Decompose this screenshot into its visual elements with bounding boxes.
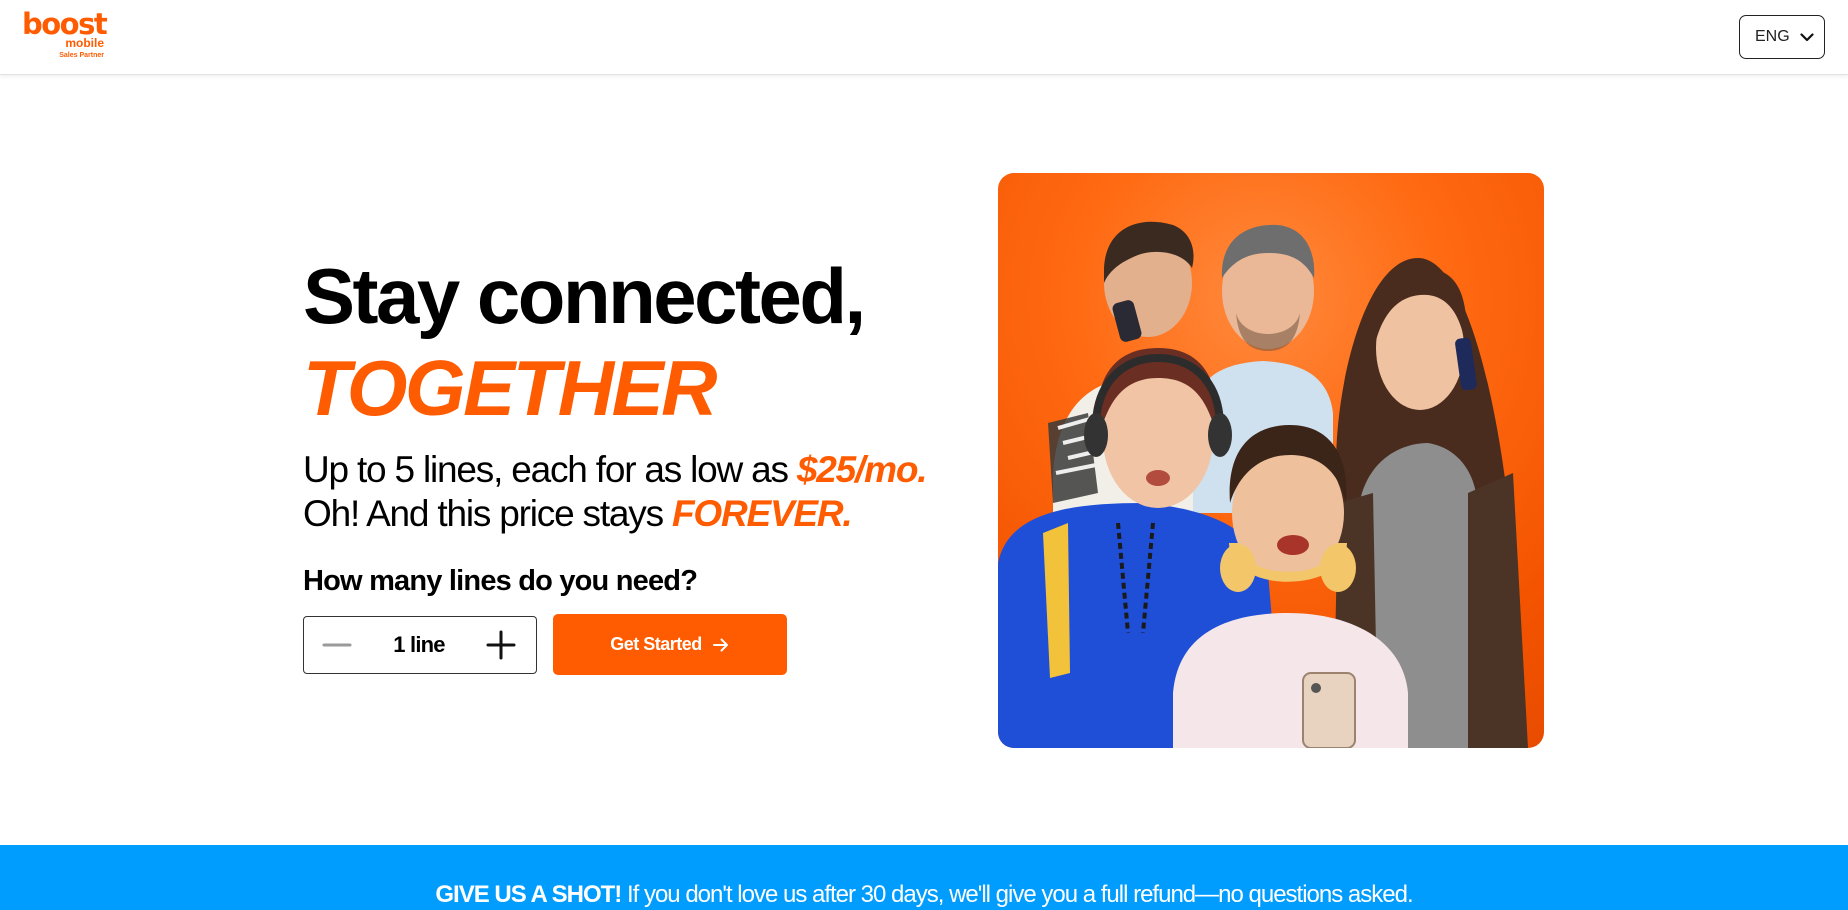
- arrow-right-icon: [712, 637, 730, 653]
- site-header: boost mobile Sales Partner ENG: [0, 0, 1848, 75]
- hero-subline-1-text: Up to 5 lines, each for as low as: [303, 449, 797, 490]
- get-started-button[interactable]: Get Started: [553, 614, 787, 675]
- forever-highlight: FOREVER.: [671, 493, 853, 534]
- lines-count-value: 1 line: [393, 631, 445, 657]
- lines-stepper[interactable]: 1 line: [303, 615, 537, 674]
- hero-headline: Stay connected,: [303, 252, 866, 340]
- guarantee-lead: GIVE US A SHOT!: [435, 881, 622, 908]
- hero-headline-accent: TOGETHER: [303, 344, 717, 432]
- guarantee-text: GIVE US A SHOT! If you don't love us aft…: [435, 881, 1414, 909]
- hero-subline-line-2: Oh! And this price stays FOREVER.: [303, 492, 983, 536]
- guarantee-body: If you don't love us after 30 days, we'l…: [621, 881, 1414, 908]
- hero-subline: Up to 5 lines, each for as low as $25/mo…: [303, 448, 983, 536]
- lines-question: How many lines do you need?: [303, 565, 698, 597]
- price-highlight: $25/mo.: [796, 449, 928, 490]
- minus-icon[interactable]: [320, 628, 354, 662]
- language-select[interactable]: ENG: [1739, 15, 1825, 59]
- family-group-photo: [998, 173, 1544, 748]
- hero-subline-2-text: Oh! And this price stays: [303, 493, 672, 534]
- logo-wordmark: boost: [22, 7, 108, 41]
- language-selected-value: ENG: [1755, 28, 1790, 45]
- guarantee-banner: GIVE US A SHOT! If you don't love us aft…: [0, 845, 1848, 910]
- logo-subtitle: mobile: [65, 36, 104, 50]
- plus-icon[interactable]: [484, 628, 518, 662]
- lines-controls: 1 line Get Started: [303, 614, 787, 675]
- get-started-label: Get Started: [610, 634, 702, 654]
- chevron-down-icon: [1800, 32, 1814, 42]
- hero-subline-line-1: Up to 5 lines, each for as low as $25/mo…: [303, 448, 983, 492]
- hero-copy: Stay connected, TOGETHER Up to 5 lines, …: [303, 250, 983, 598]
- logo-partner-label: Sales Partner: [59, 52, 104, 59]
- boost-mobile-logo[interactable]: boost mobile Sales Partner: [20, 10, 110, 62]
